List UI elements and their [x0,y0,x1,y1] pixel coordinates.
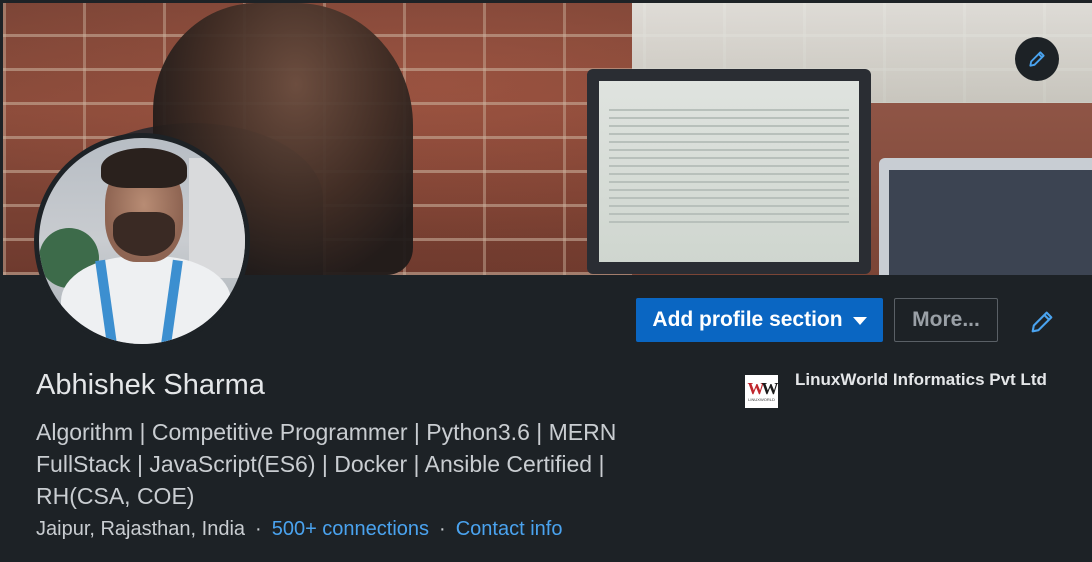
profile-photo[interactable] [34,133,250,349]
profile-top-card: Add profile section More... Abhishek Sha… [0,0,1092,562]
more-button[interactable]: More... [894,298,998,342]
profile-meta-row: Jaipur, Rajasthan, India · 500+ connecti… [36,518,562,541]
more-button-label: More... [912,308,980,331]
profile-photo-image [39,138,245,344]
add-profile-section-label: Add profile section [652,308,843,331]
photo-background-building [189,158,245,278]
add-profile-section-button[interactable]: Add profile section [636,298,883,342]
laptop [879,158,1092,275]
profile-location: Jaipur, Rajasthan, India [36,518,246,540]
connections-link[interactable]: 500+ connections [272,518,429,541]
edit-background-button[interactable] [1015,37,1059,81]
laptop-screen [889,170,1092,275]
photo-person-beard [113,212,175,256]
caret-down-icon [852,317,867,325]
company-logo-text: LINUXWORLD [748,397,775,402]
photo-person-body [61,256,231,344]
desktop-monitor [587,69,871,274]
pencil-icon [1031,311,1053,333]
separator-dot: · [255,518,262,540]
company-logo[interactable]: WW LINUXWORLD [745,375,779,408]
photo-person-hair [101,148,187,188]
contact-info-link[interactable]: Contact info [456,518,563,541]
company-logo-mark: WW [747,379,779,398]
profile-headline: Algorithm | Competitive Programmer | Pyt… [36,419,617,509]
profile-name: Abhishek Sharma [36,369,265,401]
edit-intro-button[interactable] [1022,302,1062,342]
pencil-icon [1029,51,1045,67]
current-company-link[interactable]: LinuxWorld Informatics Pvt Ltd [795,366,1055,393]
monitor-screen [599,81,859,262]
separator-dot: · [439,518,446,540]
